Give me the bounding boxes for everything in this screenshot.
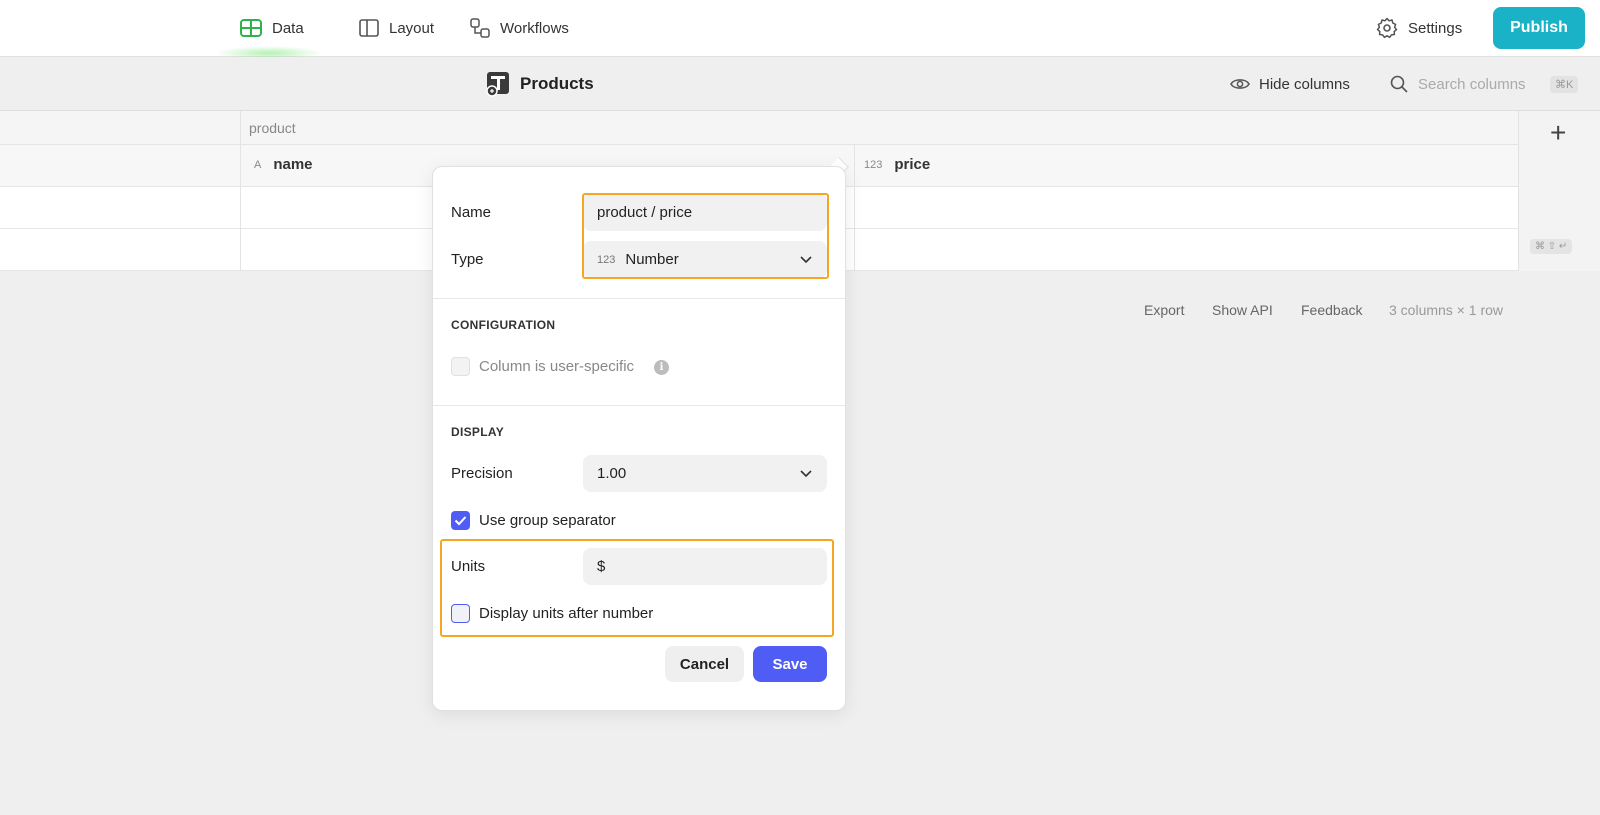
- configuration-title: CONFIGURATION: [451, 318, 556, 332]
- settings-label: Settings: [1408, 19, 1463, 37]
- hide-columns-label: Hide columns: [1259, 75, 1350, 93]
- section-divider: [433, 405, 845, 406]
- user-specific-checkbox[interactable]: [451, 357, 470, 376]
- add-column-panel: + ⌘ ⇧ ↵: [1518, 111, 1600, 271]
- tab-layout[interactable]: Layout: [359, 16, 434, 40]
- add-row-shortcut: ⌘ ⇧ ↵: [1530, 239, 1573, 254]
- table-source-icon: [486, 72, 509, 97]
- search-columns: ⌘K: [1390, 69, 1580, 99]
- type-label: Type: [451, 251, 484, 268]
- eye-icon: [1230, 79, 1250, 89]
- hide-columns-button[interactable]: Hide columns: [1230, 72, 1350, 96]
- search-icon: [1390, 75, 1408, 93]
- column-group-row: product: [0, 111, 1518, 145]
- text-type-icon: A: [254, 158, 262, 171]
- settings-button[interactable]: Settings: [1376, 16, 1462, 40]
- export-link[interactable]: Export: [1144, 302, 1184, 318]
- precision-select[interactable]: 1.00: [583, 455, 827, 492]
- section-divider: [433, 298, 845, 299]
- publish-button[interactable]: Publish: [1493, 7, 1585, 49]
- save-button[interactable]: Save: [753, 646, 827, 682]
- highlight-units: [440, 539, 834, 637]
- group-separator-checkbox[interactable]: [451, 511, 470, 530]
- tab-workflows[interactable]: Workflows: [470, 16, 569, 40]
- info-icon[interactable]: i: [654, 360, 669, 375]
- column-header-label: price: [894, 156, 931, 173]
- column-header-label: name: [273, 156, 313, 173]
- tab-data[interactable]: Data: [240, 16, 304, 40]
- tab-workflows-label: Workflows: [500, 19, 569, 37]
- name-label: Name: [451, 204, 492, 221]
- column-divider: [240, 111, 241, 271]
- precision-label: Precision: [451, 465, 513, 482]
- table-title-label: Products: [520, 74, 594, 93]
- workflows-icon: [470, 18, 490, 38]
- add-column-button[interactable]: +: [1550, 119, 1566, 147]
- column-group-label: product: [249, 120, 296, 136]
- group-separator-label: Use group separator: [479, 512, 616, 529]
- user-specific-label: Column is user-specific: [479, 358, 635, 375]
- precision-value: 1.00: [597, 465, 627, 482]
- table-summary: 3 columns × 1 row: [1389, 302, 1503, 318]
- column-header-price[interactable]: 123 price: [864, 156, 930, 173]
- table-title: Products: [486, 71, 594, 97]
- cancel-button[interactable]: Cancel: [665, 646, 744, 682]
- chevron-down-icon: [800, 470, 812, 478]
- tab-layout-label: Layout: [389, 19, 435, 37]
- highlight-name-type: [582, 193, 829, 279]
- layout-icon: [359, 19, 379, 37]
- show-api-link[interactable]: Show API: [1212, 302, 1273, 318]
- display-title: DISPLAY: [451, 425, 505, 439]
- search-input[interactable]: [1418, 75, 1550, 93]
- search-shortcut: ⌘K: [1550, 75, 1579, 93]
- tab-data-label: Data: [272, 19, 304, 37]
- feedback-link[interactable]: Feedback: [1301, 302, 1362, 318]
- gear-icon: [1376, 17, 1398, 39]
- top-nav: Data Layout Workflows Settings Publish: [0, 0, 1600, 60]
- table-toolbar: Products Hide columns ⌘K: [0, 57, 1600, 111]
- column-divider: [854, 145, 855, 271]
- number-type-icon: 123: [864, 158, 883, 171]
- table-icon: [240, 19, 262, 37]
- column-header-name[interactable]: A name: [254, 156, 313, 173]
- checkmark-icon: [454, 516, 467, 526]
